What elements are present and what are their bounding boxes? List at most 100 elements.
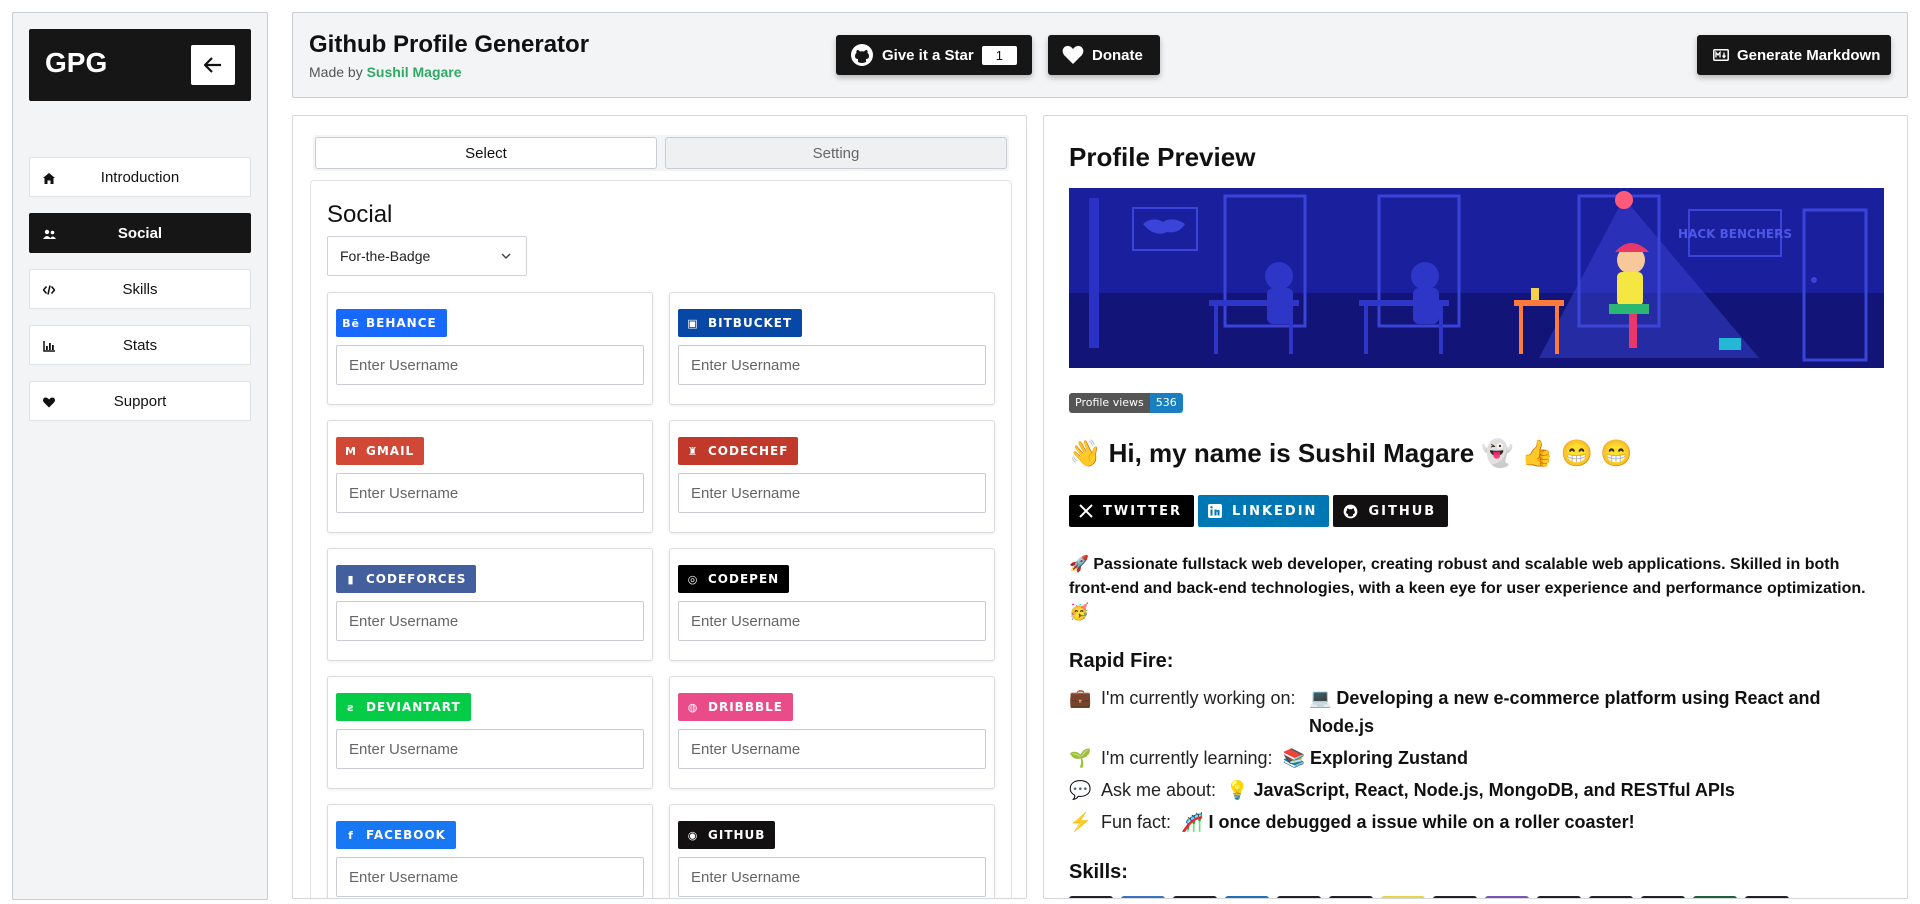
sidebar-item-label: Social [117,224,163,242]
skill-badge [1381,896,1425,898]
skills-title: Skills: [1069,861,1128,883]
skill-badge [1433,896,1477,898]
deviantart-icon: ƨ [347,700,355,714]
skill-badge [1745,896,1789,898]
behance-username-input[interactable] [336,345,644,385]
skill-badge [1641,896,1685,898]
bitbucket-badge: ▣ BITBUCKET [678,309,803,337]
lightning-icon: ⚡ [1069,812,1092,832]
dribbble-icon: ◍ [687,700,699,714]
tab-select[interactable]: Select [315,137,657,169]
editor-panel: Select Setting Social For-the-Badge Bē B… [292,115,1027,899]
codechef-username-input[interactable] [678,473,986,513]
badge-label: DEVIANTART [366,700,461,714]
badge-label: BITBUCKET [708,316,793,330]
author-link[interactable]: Sushil Magare [367,64,462,80]
views-label: Profile views [1069,393,1150,413]
badge-label: TWITTER [1103,503,1182,519]
header: Github Profile Generator Made by Sushil … [292,12,1908,98]
sidebar-item-stats[interactable]: Stats [29,325,251,365]
x-icon [1079,504,1093,518]
briefcase-icon: 💼 [1069,688,1092,708]
codeforces-badge: ▮ CODEFORCES [336,565,477,593]
dribbble-badge: ◍ DRIBBBLE [678,693,793,721]
tab-setting[interactable]: Setting [665,137,1007,169]
sidebar-item-support[interactable]: Support [29,381,251,421]
github-badge: ◉ GITHUB [678,821,776,849]
social-card-deviantart: ƨ DEVIANTART [327,676,653,789]
facebook-icon: f [348,828,354,842]
collapse-sidebar-button[interactable] [191,45,235,85]
donate-button[interactable]: Donate [1048,35,1160,75]
codepen-username-input[interactable] [678,601,986,641]
skill-badge [1225,896,1269,898]
social-card-dribbble: ◍ DRIBBBLE [669,676,995,789]
linkedin-icon [1207,504,1222,518]
badge-style-select[interactable]: For-the-Badge [327,236,527,276]
social-card-behance: Bē BEHANCE [327,292,653,405]
badge-label: CODECHEF [708,444,789,458]
deviantart-badge: ƨ DEVIANTART [336,693,471,721]
bitbucket-icon: ▣ [687,316,699,330]
github-icon: ◉ [687,828,699,842]
twitter-badge[interactable]: TWITTER [1069,495,1194,527]
star-label: Give it a Star [882,46,974,64]
fact-learning: 🌱 I'm currently learning: 📚 Exploring Zus… [1069,744,1468,772]
facebook-badge: f FACEBOOK [336,821,456,849]
skill-badge [1173,896,1217,898]
linkedin-badge[interactable]: LINKEDIN [1197,495,1330,527]
bitbucket-username-input[interactable] [678,345,986,385]
sidebar-item-label: Support [113,392,167,410]
made-by: Made by Sushil Magare [309,64,462,80]
banner-text: HACK BENCHERS [1678,227,1792,241]
social-card-codechef: ♜ CODECHEF [669,420,995,533]
social-badges: TWITTER LINKEDIN GITHUB [1069,495,1449,527]
fact-value: 💡 JavaScript, React, Node.js, MongoDB, a… [1226,780,1735,800]
gmail-username-input[interactable] [336,473,644,513]
skill-badges-strip [1069,896,1789,898]
facebook-username-input[interactable] [336,857,644,897]
github-badge[interactable]: GITHUB [1333,495,1449,527]
skill-badge [1277,896,1321,898]
fact-value: 🎢 I once debugged a issue while on a rol… [1181,812,1635,832]
profile-banner-image: HACK BENCHERS [1069,188,1884,368]
codechef-icon: ♜ [687,444,699,458]
social-card-facebook: f FACEBOOK [327,804,653,898]
sidebar-item-label: Skills [122,280,158,298]
skill-badge [1589,896,1633,898]
social-card-github: ◉ GITHUB [669,804,995,898]
sidebar-item-label: Introduction [100,168,180,186]
fact-label: Fun fact: [1101,812,1172,832]
generate-markdown-button[interactable]: Generate Markdown [1697,35,1891,75]
codeforces-username-input[interactable] [336,601,644,641]
greeting-heading: 👋 Hi, my name is Sushil Magare 👻 👍 😁 😁 [1069,438,1633,468]
heart-icon [1062,45,1084,64]
deviantart-username-input[interactable] [336,729,644,769]
about-text: 🚀 Passionate fullstack web developer, cr… [1069,556,1866,621]
sidebar-item-social[interactable]: Social [29,213,251,253]
fact-label: I'm currently learning: [1101,748,1273,768]
gmail-badge: M GMAIL [336,437,425,465]
sidebar-item-introduction[interactable]: Introduction [29,157,251,197]
gmail-icon: M [345,444,357,458]
markdown-icon [1713,49,1729,61]
donate-label: Donate [1092,46,1143,64]
profile-views-badge: Profile views 536 [1069,393,1183,413]
codepen-badge: ◎ CODEPEN [678,565,790,593]
sidebar-item-label: Stats [122,336,158,354]
rapid-fire-title: Rapid Fire: [1069,650,1174,672]
preview-panel: Profile Preview HACK BENCHERS Profile vi… [1043,115,1908,899]
dribbble-username-input[interactable] [678,729,986,769]
speech-bubble-icon: 💬 [1069,780,1092,800]
behance-badge: Bē BEHANCE [336,309,447,337]
star-button[interactable]: Give it a Star 1 [836,35,1032,75]
badge-label: CODEPEN [708,572,780,586]
codepen-icon: ◎ [687,572,699,586]
github-username-input[interactable] [678,857,986,897]
codechef-badge: ♜ CODECHEF [678,437,799,465]
seedling-icon: 🌱 [1069,748,1092,768]
made-by-prefix: Made by [309,64,363,80]
fact-value: 💻 Developing a new e-commerce platform u… [1309,688,1821,736]
sidebar-item-skills[interactable]: Skills [29,269,251,309]
social-section: Social For-the-Badge Bē BEHANCE ▣ BITBUC… [310,180,1012,898]
